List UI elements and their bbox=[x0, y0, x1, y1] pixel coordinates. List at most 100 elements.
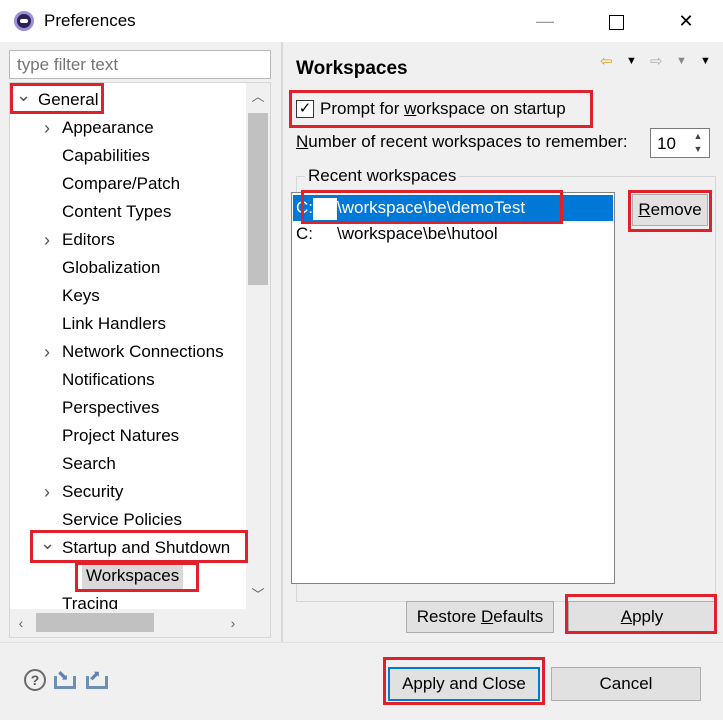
page-title: Workspaces bbox=[296, 58, 408, 79]
tree-item-link-handlers[interactable]: Link Handlers bbox=[10, 311, 246, 337]
collapsed-chevron-icon[interactable]: › bbox=[40, 227, 54, 253]
workspace-path: \workspace\be\hutool bbox=[337, 224, 498, 243]
redacted-path-segment bbox=[313, 223, 337, 246]
navigation-toolbar: ⇦ ▼ ⇨ ▼ ▼ bbox=[600, 52, 716, 74]
help-icon[interactable]: ? bbox=[24, 669, 46, 691]
workspace-drive: C: bbox=[296, 198, 313, 217]
workspace-list-item[interactable]: C: \workspace\be\hutool bbox=[293, 221, 613, 247]
prompt-workspace-option[interactable]: ✓ Prompt for workspace on startup bbox=[294, 94, 588, 126]
tree-item-appearance[interactable]: › Appearance bbox=[10, 115, 246, 141]
preference-tree-panel: ⌄ General › Appearance Capabilities Compare/P… bbox=[0, 42, 282, 642]
collapsed-chevron-icon[interactable]: › bbox=[40, 479, 54, 505]
workspace-list-item[interactable]: C: \workspace\be\demoTest bbox=[293, 195, 613, 221]
tree-item-label: Workspaces bbox=[82, 563, 184, 589]
back-arrow-icon[interactable]: ⇦ bbox=[600, 52, 613, 70]
recent-workspaces-list[interactable]: C: \workspace\be\demoTest C: \workspace\be\… bbox=[291, 192, 615, 584]
vertical-scrollbar[interactable]: ︿ ﹀ bbox=[246, 83, 270, 609]
back-menu-chevron-icon[interactable]: ▼ bbox=[626, 55, 637, 67]
tree-item-label: Notifications bbox=[62, 370, 155, 389]
tree-item-label: Service Policies bbox=[62, 510, 182, 529]
restore-defaults-button[interactable]: Restore Defaults bbox=[406, 601, 554, 633]
filter-input[interactable] bbox=[9, 50, 271, 79]
tree-item-general[interactable]: ⌄ General bbox=[10, 86, 246, 113]
minimize-button[interactable]: — bbox=[530, 8, 560, 34]
tree-item-service-policies[interactable]: Service Policies bbox=[10, 507, 246, 533]
expanded-chevron-icon[interactable]: ⌄ bbox=[16, 86, 31, 113]
preference-tree: ⌄ General › Appearance Capabilities Compare/P… bbox=[9, 82, 271, 638]
workspace-drive: C: bbox=[296, 224, 313, 243]
tree-item-content-types[interactable]: Content Types bbox=[10, 199, 246, 225]
apply-button[interactable]: Apply bbox=[568, 601, 716, 633]
tree-items: ⌄ General › Appearance Capabilities Compare/P… bbox=[10, 83, 246, 609]
spin-down-icon[interactable]: ▼ bbox=[688, 143, 708, 156]
horizontal-scrollbar[interactable]: ‹ › bbox=[10, 609, 270, 637]
tree-item-label: Globalization bbox=[62, 258, 161, 277]
recent-count-label: Number of recent workspaces to remember: bbox=[296, 132, 628, 151]
title-bar: Preferences — ✕ bbox=[0, 0, 723, 42]
maximize-icon bbox=[608, 14, 624, 30]
vertical-scroll-thumb[interactable] bbox=[248, 113, 268, 285]
tree-item-perspectives[interactable]: Perspectives bbox=[10, 395, 246, 421]
collapsed-chevron-icon[interactable]: › bbox=[40, 339, 54, 365]
tree-item-label: Search bbox=[62, 454, 116, 473]
recent-count-value[interactable]: 10 bbox=[657, 134, 676, 154]
spin-up-icon[interactable]: ▲ bbox=[688, 130, 708, 143]
tree-item-project-natures[interactable]: Project Natures bbox=[10, 423, 246, 449]
tree-item-workspaces[interactable]: Workspaces bbox=[10, 563, 246, 589]
tree-item-globalization[interactable]: Globalization bbox=[10, 255, 246, 281]
dialog-button-bar: ? ⬊ ⬈ Apply and Close Cancel bbox=[0, 642, 723, 720]
maximize-button[interactable] bbox=[601, 8, 631, 34]
close-button[interactable]: ✕ bbox=[671, 8, 701, 34]
tree-item-keys[interactable]: Keys bbox=[10, 283, 246, 309]
tree-item-label: Link Handlers bbox=[62, 314, 166, 333]
tree-item-startup-and-shutdown[interactable]: ⌄ Startup and Shutdown bbox=[10, 534, 246, 561]
import-icon[interactable]: ⬊ bbox=[54, 667, 76, 689]
tree-item-network-connections[interactable]: › Network Connections bbox=[10, 339, 246, 365]
eclipse-app-icon bbox=[14, 11, 34, 31]
tree-item-label: Network Connections bbox=[62, 342, 224, 361]
scroll-down-icon[interactable]: ﹀ bbox=[246, 585, 270, 605]
tree-item-label: Project Natures bbox=[62, 426, 180, 445]
tree-item-capabilities[interactable]: Capabilities bbox=[10, 143, 246, 169]
tree-item-label: General bbox=[38, 90, 99, 109]
scroll-right-icon[interactable]: › bbox=[222, 609, 244, 637]
prompt-workspace-checkbox[interactable]: ✓ bbox=[296, 100, 314, 118]
dialog-client: ⌄ General › Appearance Capabilities Compare/P… bbox=[0, 42, 723, 720]
tree-item-label: Keys bbox=[62, 286, 100, 305]
recent-workspaces-label: Recent workspaces bbox=[305, 166, 460, 186]
tree-item-label: Capabilities bbox=[62, 146, 150, 165]
collapsed-chevron-icon[interactable]: › bbox=[40, 115, 54, 141]
workspaces-page: Workspaces ⇦ ▼ ⇨ ▼ ▼ ✓ Prompt for worksp… bbox=[284, 42, 723, 642]
tree-item-label: Compare/Patch bbox=[62, 174, 181, 193]
panel-divider[interactable] bbox=[281, 42, 283, 642]
horizontal-scroll-thumb[interactable] bbox=[36, 613, 154, 632]
cancel-button[interactable]: Cancel bbox=[551, 667, 701, 701]
tree-item-compare-patch[interactable]: Compare/Patch bbox=[10, 171, 246, 197]
scroll-left-icon[interactable]: ‹ bbox=[10, 609, 32, 637]
tree-item-label: Content Types bbox=[62, 202, 172, 221]
expanded-chevron-icon[interactable]: ⌄ bbox=[40, 534, 55, 561]
recent-count-spinner[interactable]: 10 ▲ ▼ bbox=[650, 128, 710, 158]
tree-item-label: Perspectives bbox=[62, 398, 160, 417]
tree-item-label: Tracing bbox=[62, 594, 119, 609]
forward-menu-chevron-icon[interactable]: ▼ bbox=[676, 55, 687, 67]
remove-button[interactable]: Remove bbox=[632, 194, 708, 226]
tree-item-notifications[interactable]: Notifications bbox=[10, 367, 246, 393]
tree-item-editors[interactable]: › Editors bbox=[10, 227, 246, 253]
forward-arrow-icon[interactable]: ⇨ bbox=[650, 52, 663, 70]
scroll-up-icon[interactable]: ︿ bbox=[246, 87, 270, 107]
prompt-workspace-label: Prompt for workspace on startup bbox=[320, 99, 566, 118]
tree-item-search[interactable]: Search bbox=[10, 451, 246, 477]
tree-item-security[interactable]: › Security bbox=[10, 479, 246, 505]
apply-and-close-button[interactable]: Apply and Close bbox=[388, 667, 540, 701]
tree-item-label: Security bbox=[62, 482, 124, 501]
tree-item-tracing[interactable]: Tracing bbox=[10, 591, 246, 609]
export-icon[interactable]: ⬈ bbox=[86, 667, 108, 689]
tree-item-label: Startup and Shutdown bbox=[62, 538, 231, 557]
view-menu-chevron-icon[interactable]: ▼ bbox=[700, 55, 711, 67]
workspace-path: \workspace\be\demoTest bbox=[337, 198, 526, 217]
tree-item-label: Appearance bbox=[62, 118, 154, 137]
tree-item-label: Editors bbox=[62, 230, 115, 249]
redacted-path-segment bbox=[313, 197, 337, 220]
window-title: Preferences bbox=[44, 11, 136, 30]
